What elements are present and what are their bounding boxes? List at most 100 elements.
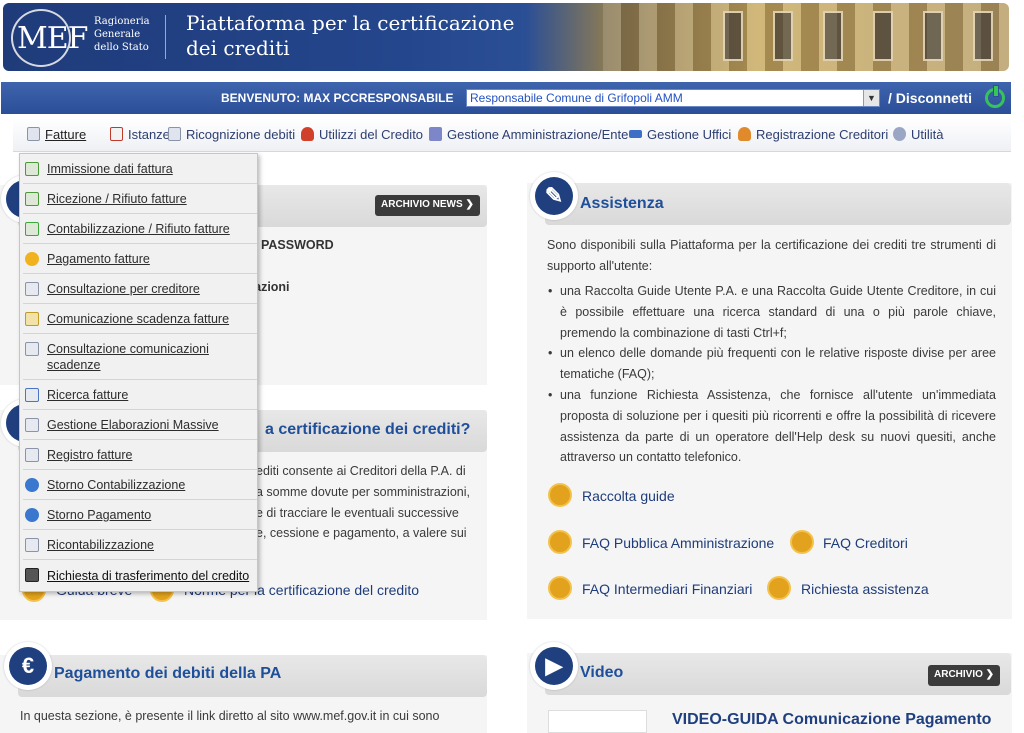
- faq-pa-link[interactable]: FAQ Pubblica Amministrazione: [582, 535, 774, 551]
- menu-utilita[interactable]: Utilità: [893, 127, 944, 142]
- menu-label: Gestione Uffici: [647, 127, 732, 142]
- document-icon: [168, 127, 181, 141]
- dropdown-item-storno-contabilizzazione[interactable]: Storno Contabilizzazione: [23, 470, 257, 500]
- logo-text: MEF: [17, 21, 88, 56]
- certificazione-title: a certificazione dei crediti?: [265, 421, 471, 438]
- pagamento-panel-header: Pagamento dei debiti della PA: [18, 655, 487, 697]
- banner-window: [873, 11, 893, 61]
- dropdown-item-contabilizzazione[interactable]: Contabilizzazione / Rifiuto fatture: [23, 214, 257, 244]
- undo-icon: [25, 508, 39, 522]
- assistenza-title: Assistenza: [580, 195, 664, 212]
- dropdown-item-storno-pagamento[interactable]: Storno Pagamento: [23, 500, 257, 530]
- dropdown-item-ricontabilizzazione[interactable]: Ricontabilizzazione: [23, 530, 257, 560]
- dropdown-item-label: Storno Pagamento: [47, 508, 152, 522]
- dropdown-arrow-icon[interactable]: ▼: [863, 90, 879, 106]
- menu-fatture[interactable]: Fatture: [27, 127, 86, 142]
- faq-intermediari-icon[interactable]: [548, 576, 572, 600]
- dropdown-item-registro[interactable]: Registro fatture: [23, 440, 257, 470]
- dropdown-item-label: Ricezione / Rifiuto fatture: [47, 192, 187, 206]
- dropdown-item-elaborazioni-massive[interactable]: Gestione Elaborazioni Massive: [23, 410, 257, 440]
- dropdown-item-label: Registro fatture: [47, 448, 133, 462]
- dropdown-item-pagamento[interactable]: Pagamento fatture: [23, 244, 257, 274]
- org-chart-icon: [629, 130, 642, 138]
- header-banner-image: [603, 3, 1009, 71]
- dropdown-item-label: Gestione Elaborazioni Massive: [47, 418, 219, 432]
- video-item-title[interactable]: VIDEO-GUIDA Comunicazione Pagamento: [672, 711, 991, 729]
- profile-select[interactable]: Responsabile Comune di Grifopoli AMM ▼: [466, 89, 880, 107]
- faq-creditori-icon[interactable]: [790, 530, 814, 554]
- euro-icon: €: [9, 647, 47, 685]
- header-divider: [165, 15, 166, 59]
- dropdown-item-consultazione-creditore[interactable]: Consultazione per creditore: [23, 274, 257, 304]
- mef-logo[interactable]: MEF: [11, 9, 88, 67]
- assistenza-panel-header: Assistenza: [545, 183, 1011, 225]
- pdf-document-icon: [110, 127, 123, 141]
- undo-icon: [25, 478, 39, 492]
- platform-title-line: dei crediti: [186, 36, 290, 60]
- archive-news-button[interactable]: ARCHIVIO NEWS ❯: [375, 195, 480, 216]
- video-thumbnail[interactable]: [548, 710, 647, 733]
- pagamento-badge: €: [4, 642, 52, 690]
- faq-intermediari-link[interactable]: FAQ Intermediari Finanziari: [582, 581, 752, 597]
- faq-creditori-link[interactable]: FAQ Creditori: [823, 535, 908, 551]
- coin-icon: [25, 252, 39, 266]
- platform-title: Piattaforma per la certificazione dei cr…: [186, 11, 514, 61]
- menu-ricognizione-debiti[interactable]: Ricognizione debiti: [168, 127, 295, 142]
- bullet-item: un elenco delle domande più frequenti co…: [546, 343, 996, 385]
- menu-utilizzi-credito[interactable]: Utilizzi del Credito: [301, 127, 423, 142]
- dropdown-item-label: Ricerca fatture: [47, 388, 129, 402]
- document-check-icon: [25, 222, 39, 236]
- dropdown-item-label: Contabilizzazione / Rifiuto fatture: [47, 222, 230, 236]
- banner-window: [973, 11, 993, 61]
- disconnect-link[interactable]: / Disconnetti: [888, 90, 972, 106]
- document-icon: [25, 538, 39, 552]
- document-lock-icon: [25, 312, 39, 326]
- raccolta-guide-link[interactable]: Raccolta guide: [582, 488, 675, 504]
- platform-title-line: Piattaforma per la certificazione: [186, 11, 515, 35]
- menu-registrazione-creditori[interactable]: Registrazione Creditori: [738, 127, 888, 142]
- banner-window: [723, 11, 743, 61]
- dropdown-item-consultazione-comunicazioni[interactable]: Consultazione comunicazioni scadenze: [23, 334, 257, 380]
- dropdown-item-ricerca[interactable]: Ricerca fatture: [23, 380, 257, 410]
- richiesta-assistenza-link[interactable]: Richiesta assistenza: [801, 581, 929, 597]
- menu-label: Utilizzi del Credito: [319, 127, 424, 142]
- menu-istanze[interactable]: Istanze: [110, 127, 170, 142]
- document-icon: [27, 127, 40, 141]
- user-red-icon: [301, 127, 314, 141]
- site-header: MEF Ragioneria Generale dello Stato Piat…: [3, 3, 1009, 71]
- menu-gestione-uffici[interactable]: Gestione Uffici: [629, 127, 731, 142]
- register-icon: [25, 448, 39, 462]
- gear-icon: [893, 127, 906, 141]
- dropdown-item-label: Consultazione comunicazioni scadenze: [47, 342, 209, 372]
- news-password-text: PASSWORD: [261, 238, 334, 252]
- dropdown-item-comunicazione-scadenza[interactable]: Comunicazione scadenza fatture: [23, 304, 257, 334]
- archive-news-label: ARCHIVIO NEWS: [381, 199, 463, 210]
- menu-gestione-amministrazione[interactable]: Gestione Amministrazione/Ente: [429, 127, 628, 142]
- org-line: Ragioneria: [94, 16, 150, 27]
- document-search-icon: [25, 342, 39, 356]
- menu-label: Fatture: [45, 127, 87, 142]
- text-line: editi consente ai Creditori della P.A. d…: [256, 464, 466, 478]
- raccolta-guide-icon[interactable]: [548, 483, 572, 507]
- video-badge: ▶: [530, 642, 578, 690]
- main-menu: Fatture Istanze Ricognizione debiti Util…: [13, 118, 1011, 152]
- banner-window: [923, 11, 943, 61]
- video-title: Video: [580, 664, 624, 681]
- fatture-dropdown-menu: Immissione dati fattura Ricezione / Rifi…: [19, 153, 258, 592]
- video-archive-button[interactable]: ARCHIVIO ❯: [928, 665, 1001, 686]
- pagamento-title: Pagamento dei debiti della PA: [54, 665, 282, 682]
- assistenza-intro: Sono disponibili sulla Piattaforma per l…: [547, 238, 996, 273]
- banner-window: [773, 11, 793, 61]
- document-chart-icon: [25, 282, 39, 296]
- faq-pa-icon[interactable]: [548, 530, 572, 554]
- dropdown-item-ricezione[interactable]: Ricezione / Rifiuto fatture: [23, 184, 257, 214]
- dropdown-item-immissione[interactable]: Immissione dati fattura: [23, 154, 257, 184]
- richiesta-assistenza-icon[interactable]: [767, 576, 791, 600]
- menu-label: Utilità: [911, 127, 944, 142]
- power-icon[interactable]: [985, 85, 1005, 108]
- dropdown-item-label: Consultazione per creditore: [47, 282, 200, 296]
- dropdown-item-trasferimento-credito[interactable]: Richiesta di trasferimento del credito: [23, 560, 257, 591]
- dropdown-item-label: Immissione dati fattura: [47, 162, 173, 176]
- org-line: Generale: [94, 29, 141, 40]
- menu-label: Registrazione Creditori: [756, 127, 889, 142]
